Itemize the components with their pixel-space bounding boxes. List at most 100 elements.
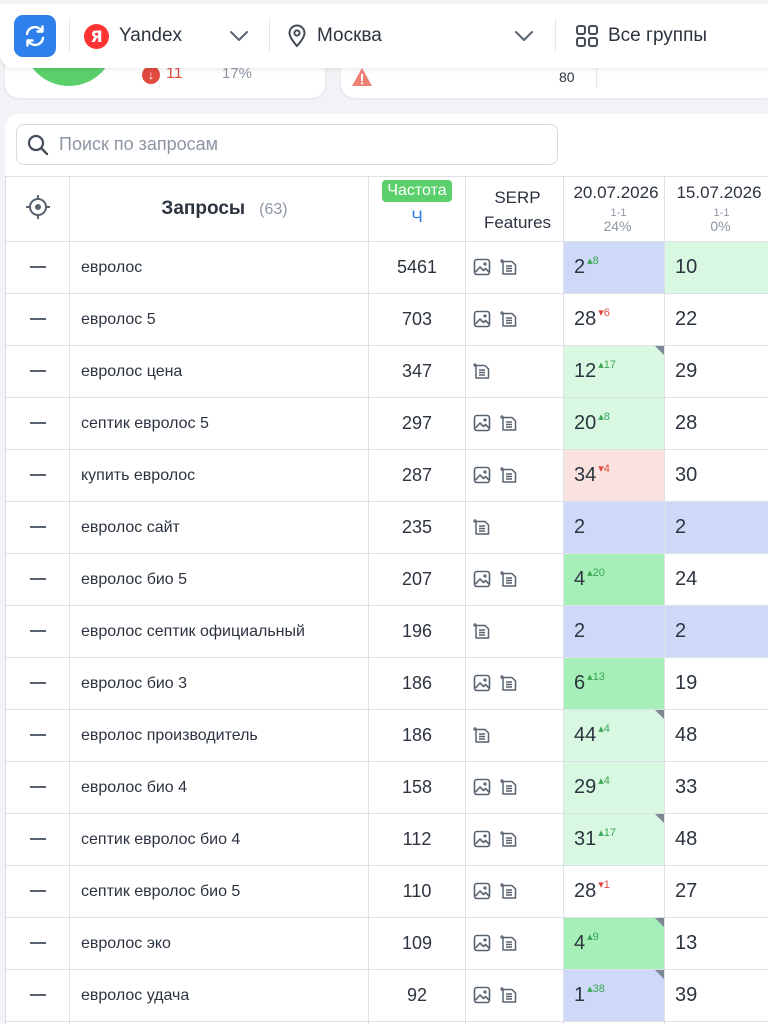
search-input[interactable] — [59, 134, 539, 155]
table-row[interactable]: евролос цена 347 12 ▴17 29 — [5, 345, 768, 398]
table-row[interactable]: евролос эко 109 4 ▴9 13 — [5, 917, 768, 970]
position-value: 39 — [675, 984, 698, 1006]
position-cell[interactable]: 48 — [664, 709, 768, 762]
table-row[interactable]: евролос удача 92 1 ▴38 39 — [5, 969, 768, 1022]
position-cell[interactable]: 28 — [664, 397, 768, 450]
row-toggle[interactable] — [5, 813, 70, 866]
date-column-header[interactable]: 20.07.2026 1-1 24% — [563, 176, 665, 242]
table-row[interactable]: евролос био 4 158 29 ▴4 33 — [5, 761, 768, 814]
row-toggle[interactable] — [5, 605, 70, 658]
table-row[interactable]: септик евролос био 5 110 28 ▾1 27 — [5, 865, 768, 918]
table-row[interactable]: септик евролос 5 297 20 ▴8 28 — [5, 397, 768, 450]
queries-header[interactable]: Запросы (63) — [69, 176, 369, 242]
position-cell[interactable]: 33 — [664, 761, 768, 814]
row-toggle[interactable] — [5, 345, 70, 398]
search-engine-select[interactable]: Я Yandex — [84, 18, 254, 54]
region-select[interactable]: Москва — [287, 18, 542, 54]
query-text[interactable]: евролос сайт — [69, 501, 369, 554]
table-row[interactable]: купить евролос 287 34 ▾4 30 — [5, 449, 768, 502]
position-cell[interactable]: 30 — [664, 449, 768, 502]
query-text[interactable]: септик евролос 5 — [69, 397, 369, 450]
table-row[interactable]: септик евролос био 4 112 31 ▴17 48 — [5, 813, 768, 866]
table-row[interactable]: евролос септик официальный 196 2 2 — [5, 605, 768, 658]
position-cell[interactable]: 1 ▴38 — [563, 969, 665, 1022]
position-cell[interactable]: 10 — [664, 241, 768, 294]
frequency-type[interactable]: Ч — [369, 207, 465, 227]
serp-features-cell — [465, 553, 564, 606]
table-row[interactable]: евролос производитель 186 44 ▴4 48 — [5, 709, 768, 762]
queries-header-title: Запросы — [161, 198, 246, 219]
query-text[interactable]: евролос био 5 — [69, 553, 369, 606]
row-toggle[interactable] — [5, 709, 70, 762]
refresh-button[interactable] — [14, 15, 56, 57]
position-cell[interactable]: 28 ▾1 — [563, 865, 665, 918]
table-row[interactable]: евролос 5 703 28 ▾6 22 — [5, 293, 768, 346]
table-row[interactable]: евролос сайт 235 2 2 — [5, 501, 768, 554]
queries-panel: Запросы (63) Частота Ч SERP Features 20.0… — [5, 114, 768, 1024]
position-cell[interactable]: 28 ▾6 — [563, 293, 665, 346]
query-text[interactable]: купить евролос — [69, 449, 369, 502]
position-cell[interactable]: 34 ▾4 — [563, 449, 665, 502]
position-cell[interactable]: 39 — [664, 969, 768, 1022]
position-cell[interactable]: 27 — [664, 865, 768, 918]
select-all-cell[interactable] — [5, 176, 70, 242]
row-toggle[interactable] — [5, 969, 70, 1022]
table-row[interactable]: евролос био 3 186 6 ▴13 19 — [5, 657, 768, 710]
position-cell[interactable]: 29 ▴4 — [563, 761, 665, 814]
down-arrow-icon: ↓ — [142, 66, 160, 84]
position-cell[interactable]: 13 — [664, 917, 768, 970]
position-cell[interactable]: 2 — [563, 605, 665, 658]
snippet-icon — [500, 883, 517, 900]
position-cell[interactable]: 48 — [664, 813, 768, 866]
frequency-header[interactable]: Частота Ч — [368, 176, 466, 242]
query-text[interactable]: септик евролос био 4 — [69, 813, 369, 866]
position-cell[interactable]: 31 ▴17 — [563, 813, 665, 866]
position-change: ▴4 — [598, 775, 610, 787]
position-change: ▴4 — [598, 723, 610, 735]
row-toggle[interactable] — [5, 553, 70, 606]
row-toggle[interactable] — [5, 241, 70, 294]
date-column-header[interactable]: 15.07.2026 1-1 0% — [664, 176, 768, 242]
row-toggle[interactable] — [5, 501, 70, 554]
query-text[interactable]: евролос био 3 — [69, 657, 369, 710]
corner-marker — [655, 346, 664, 355]
top-toolbar: Я Yandex Москва Все группы — [0, 4, 768, 68]
table-row[interactable]: евролос био 5 207 4 ▴20 24 — [5, 553, 768, 606]
groups-select[interactable]: Все группы — [575, 18, 768, 54]
query-text[interactable]: евролос производитель — [69, 709, 369, 762]
position-cell[interactable]: 24 — [664, 553, 768, 606]
position-cell[interactable]: 2 — [664, 605, 768, 658]
position-cell[interactable]: 2 — [664, 501, 768, 554]
position-cell[interactable]: 29 — [664, 345, 768, 398]
row-toggle[interactable] — [5, 917, 70, 970]
snippet-icon — [500, 987, 517, 1004]
position-cell[interactable]: 12 ▴17 — [563, 345, 665, 398]
position-change: ▴17 — [598, 827, 617, 839]
position-cell[interactable]: 19 — [664, 657, 768, 710]
position-cell[interactable]: 20 ▴8 — [563, 397, 665, 450]
row-toggle[interactable] — [5, 449, 70, 502]
query-text[interactable]: септик евролос био 5 — [69, 865, 369, 918]
position-cell[interactable]: 6 ▴13 — [563, 657, 665, 710]
query-text[interactable]: евролос эко — [69, 917, 369, 970]
row-toggle[interactable] — [5, 293, 70, 346]
position-cell[interactable]: 22 — [664, 293, 768, 346]
query-text[interactable]: евролос 5 — [69, 293, 369, 346]
row-toggle[interactable] — [5, 397, 70, 450]
position-value: 30 — [675, 464, 698, 486]
row-toggle[interactable] — [5, 761, 70, 814]
query-text[interactable]: евролос — [69, 241, 369, 294]
row-toggle[interactable] — [5, 657, 70, 710]
query-text[interactable]: евролос цена — [69, 345, 369, 398]
query-search-box[interactable] — [16, 124, 558, 165]
position-cell[interactable]: 2 — [563, 501, 665, 554]
query-text[interactable]: евролос септик официальный — [69, 605, 369, 658]
position-cell[interactable]: 44 ▴4 — [563, 709, 665, 762]
position-cell[interactable]: 4 ▴20 — [563, 553, 665, 606]
row-toggle[interactable] — [5, 865, 70, 918]
position-cell[interactable]: 2 ▴8 — [563, 241, 665, 294]
position-cell[interactable]: 4 ▴9 — [563, 917, 665, 970]
query-text[interactable]: евролос био 4 — [69, 761, 369, 814]
table-row[interactable]: евролос 5461 2 ▴8 10 — [5, 241, 768, 294]
query-text[interactable]: евролос удача — [69, 969, 369, 1022]
